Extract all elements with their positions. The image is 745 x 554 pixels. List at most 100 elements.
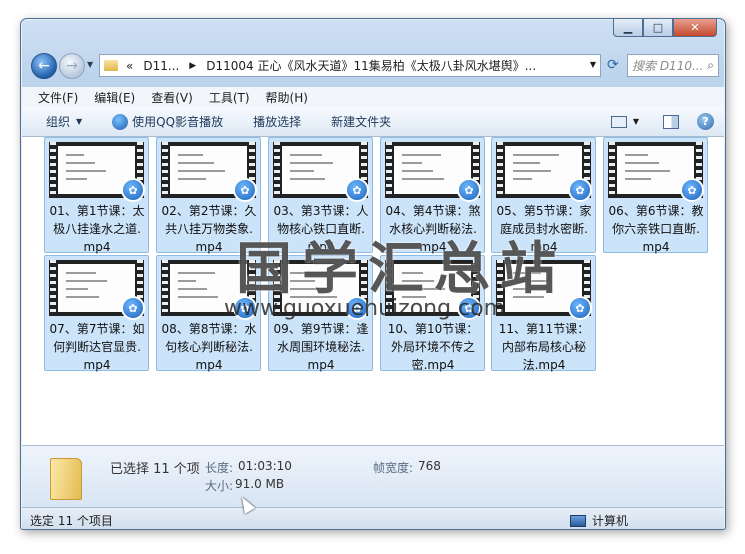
slide-text-line (290, 154, 322, 156)
recent-pages-dropdown[interactable]: ▼ (87, 60, 93, 69)
qq-player-icon: ✿ (568, 178, 592, 202)
slide-text-line (402, 170, 433, 172)
address-dropdown-icon[interactable]: ▼ (590, 60, 596, 69)
command-bar: 组织 ▼ 使用QQ影音播放 播放选择 新建文件夹 ▼ ? (22, 107, 724, 137)
menu-bar: 文件(F) 编辑(E) 查看(V) 工具(T) 帮助(H) (22, 87, 724, 107)
menu-tools[interactable]: 工具(T) (209, 89, 250, 106)
slide-text-line (66, 154, 84, 156)
menu-help[interactable]: 帮助(H) (266, 89, 308, 106)
qq-player-icon (112, 113, 129, 130)
film-strip-icon (609, 142, 615, 198)
film-strip-icon (497, 142, 503, 198)
slide-text-line (625, 162, 659, 164)
chevron-down-icon: ▼ (76, 117, 83, 126)
help-icon[interactable]: ? (697, 113, 714, 130)
preview-pane-icon[interactable] (663, 114, 679, 129)
slide-text-line (66, 162, 95, 164)
menu-edit[interactable]: 编辑(E) (94, 89, 135, 106)
breadcrumb-overflow[interactable]: « (126, 59, 133, 73)
slide-text-line (402, 154, 441, 156)
organize-button[interactable]: 组织 ▼ (46, 113, 82, 130)
play-selection-button[interactable]: 播放选择 (253, 113, 301, 130)
slide-text-line (290, 178, 325, 180)
breadcrumb-parent[interactable]: D11... (143, 59, 179, 73)
refresh-icon[interactable]: ⟳ (607, 57, 619, 73)
close-button[interactable]: ✕ (673, 19, 717, 37)
frame-width-value: 768 (418, 459, 441, 473)
slide-text-line (66, 288, 88, 290)
slide-text-line (66, 178, 87, 180)
qq-player-icon: ✿ (121, 178, 145, 202)
search-input[interactable]: 搜索 D110... ⌕ (627, 54, 719, 77)
change-view-icon[interactable] (610, 115, 627, 128)
slide-text-line (178, 288, 207, 290)
slide-text-line (66, 280, 107, 282)
qq-player-icon: ✿ (121, 296, 145, 320)
selection-count: 已选择 11 个项 (110, 462, 200, 477)
slide-text-line (178, 154, 203, 156)
length-label: 长度: (205, 461, 234, 475)
length-value: 01:03:10 (238, 459, 292, 473)
slide-text-line (178, 280, 196, 282)
folder-icon-large (50, 458, 82, 500)
file-item[interactable]: ✿ 01、第1节课：太 极八挂逢水之道. mp4 (44, 137, 149, 254)
slide-text-line (513, 162, 540, 164)
computer-icon (570, 514, 586, 527)
play-with-qq-button[interactable]: 使用QQ影音播放 (112, 113, 223, 130)
search-icon[interactable]: ⌕ (707, 58, 714, 73)
slide-text-line (625, 178, 651, 180)
menu-file[interactable]: 文件(F) (38, 89, 78, 106)
play-selection-label: 播放选择 (253, 115, 302, 129)
slide-text-line (513, 178, 532, 180)
status-bar: 选定 11 个项目 计算机 (22, 507, 724, 529)
forward-button[interactable]: → (59, 53, 85, 79)
menu-view[interactable]: 查看(V) (151, 89, 193, 106)
film-strip-icon (50, 142, 56, 198)
status-location-label: 计算机 (592, 514, 629, 528)
qq-player-icon: ✿ (233, 178, 257, 202)
slide-text-line (290, 170, 314, 172)
qq-player-icon: ✿ (680, 178, 704, 202)
command-bar-right: ▼ ? (610, 113, 714, 130)
breadcrumb-separator-icon[interactable]: ▶ (189, 61, 196, 71)
qq-player-icon: ✿ (345, 178, 369, 202)
size-label: 大小: (205, 479, 234, 493)
slide-text-line (625, 154, 648, 156)
file-name: 11、第11节课： 内部布局核心秘 法.mp4 (498, 322, 590, 372)
size-value: 91.0 MB (235, 477, 285, 491)
play-with-qq-label: 使用QQ影音播放 (132, 115, 224, 129)
slide-text-line (178, 178, 206, 180)
file-item[interactable]: ✿ 06、第6节课：教 你六亲铁口直断. mp4 (603, 137, 708, 254)
navigation-bar: ← → ▼ « D11... ▶ D11004 正心《风水天道》11集易柏《太极… (29, 51, 719, 81)
file-name: 10、第10节课： 外局环境不传之 密.mp4 (387, 322, 479, 372)
back-button[interactable]: ← (31, 53, 57, 79)
file-name: 09、第9节课：逢 水周围环境秘法. mp4 (273, 322, 369, 372)
film-strip-icon (162, 142, 168, 198)
slide-text-line (178, 162, 214, 164)
slide-text-line (402, 178, 444, 180)
slide-text-line (290, 162, 333, 164)
caption-buttons: ▁ □ ✕ (613, 19, 717, 37)
watermark-url: www.guoxuehuizong.com (224, 296, 506, 321)
slide-text-line (66, 296, 99, 298)
film-strip-icon (274, 142, 280, 198)
breadcrumb-current[interactable]: D11004 正心《风水天道》11集易柏《太极八卦风水堪舆》... (206, 57, 536, 74)
slide-text-line (513, 170, 551, 172)
file-item[interactable]: ✿ 07、第7节课：如 何判断达官显贵. mp4 (44, 255, 149, 372)
folder-icon (104, 60, 118, 71)
file-name: 06、第6节课：教 你六亲铁口直断. mp4 (608, 204, 704, 254)
qq-player-icon: ✿ (568, 296, 592, 320)
slide-text-line (625, 170, 670, 172)
film-strip-icon (50, 260, 56, 316)
minimize-button[interactable]: ▁ (613, 19, 643, 37)
new-folder-button[interactable]: 新建文件夹 (331, 113, 391, 130)
file-name: 07、第7节课：如 何判断达官显贵. mp4 (49, 322, 145, 372)
maximize-button[interactable]: □ (643, 19, 673, 37)
slide-text-line (178, 272, 215, 274)
frame-width-label: 帧宽度: (373, 461, 414, 475)
slide-text-line (402, 162, 422, 164)
search-placeholder: 搜索 D110... (632, 59, 704, 73)
view-options-dropdown[interactable]: ▼ (633, 117, 639, 126)
slide-text-line (513, 154, 559, 156)
address-bar[interactable]: « D11... ▶ D11004 正心《风水天道》11集易柏《太极八卦风水堪舆… (99, 54, 601, 77)
